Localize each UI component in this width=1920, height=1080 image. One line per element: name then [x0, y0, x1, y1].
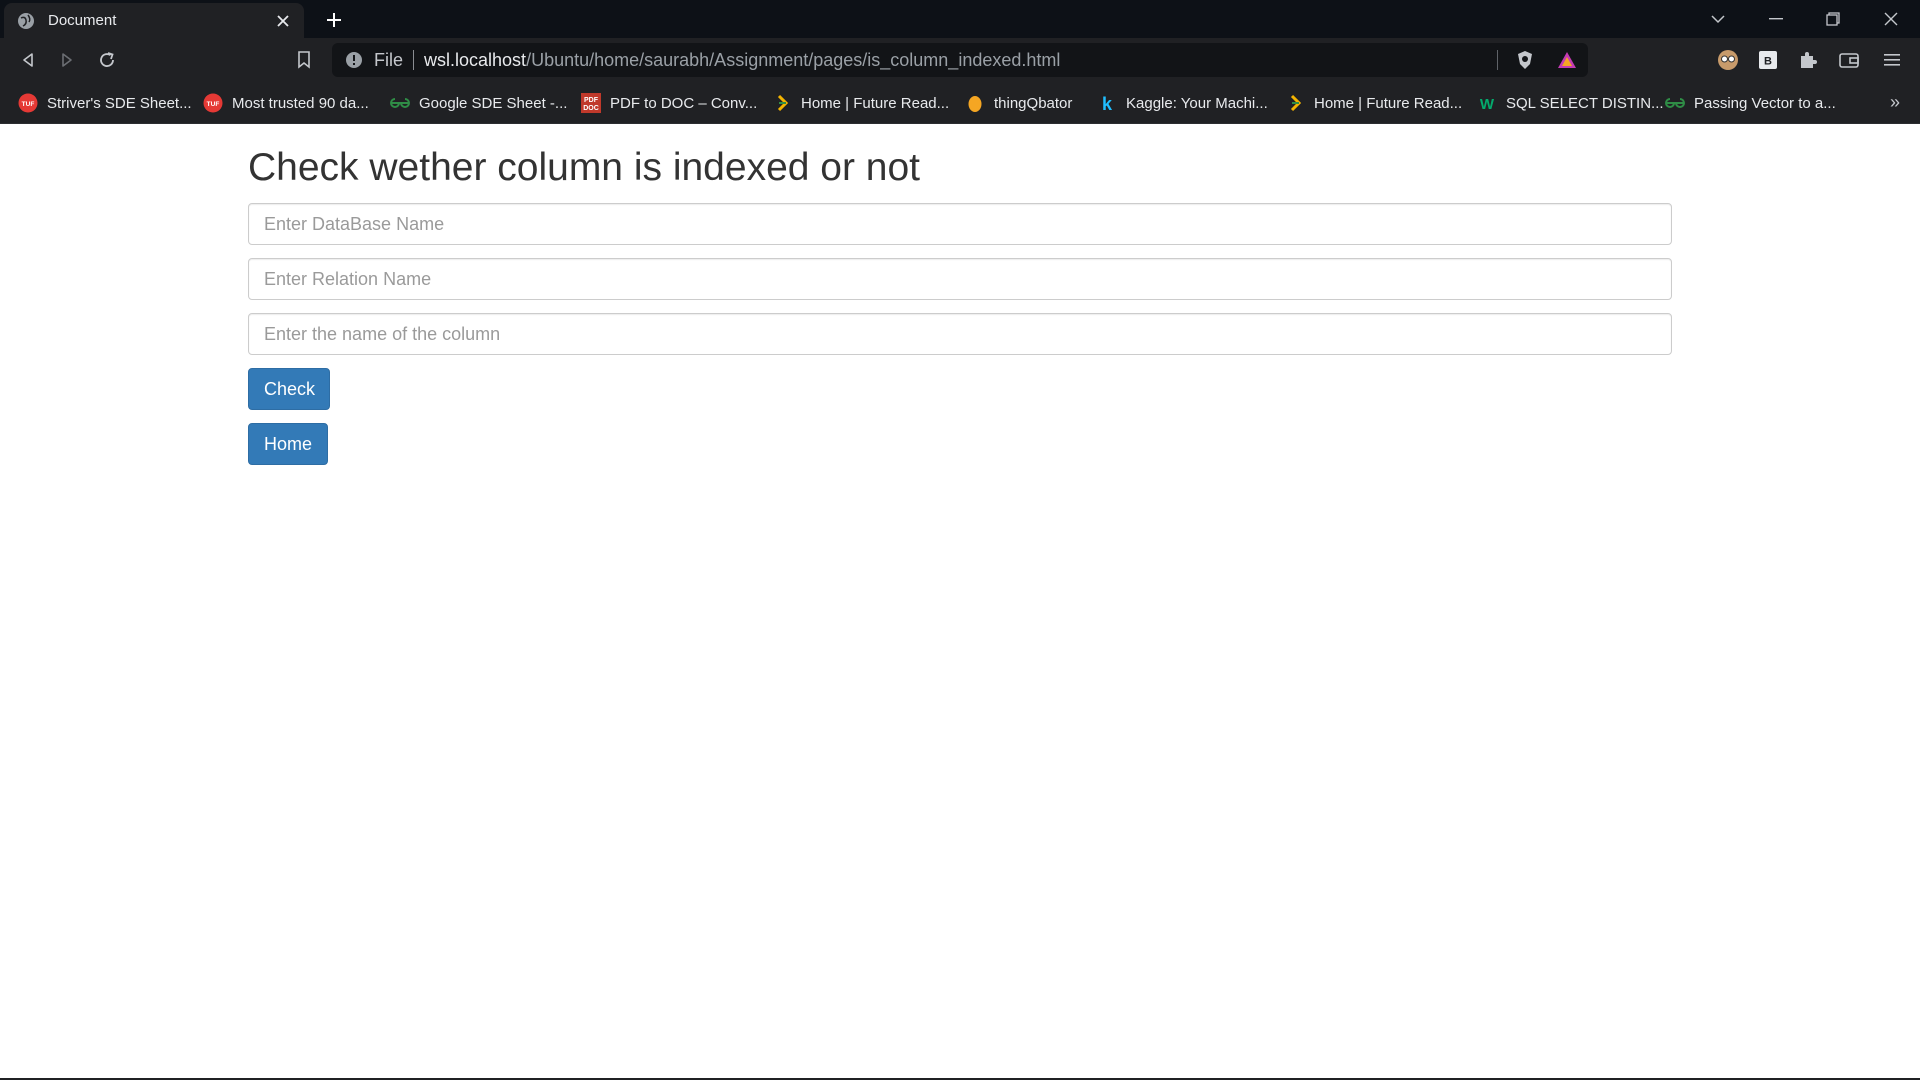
- gfg-icon: [1665, 93, 1685, 113]
- tab-search-icon[interactable]: [1690, 0, 1746, 38]
- extensions-puzzle-icon[interactable]: [1794, 46, 1822, 74]
- wallet-icon[interactable]: [1835, 46, 1863, 74]
- tab-title: Document: [48, 12, 117, 29]
- bookmark-item[interactable]: Home | Future Read...: [772, 92, 949, 114]
- column-name-input[interactable]: [248, 313, 1672, 355]
- bookmark-label: thingQbator: [994, 94, 1073, 112]
- url-path: /Ubuntu/home/saurabh/Assignment/pages/is…: [526, 49, 1061, 70]
- bookmark-label: Kaggle: Your Machi...: [1126, 94, 1268, 112]
- bookmark-item[interactable]: Google SDE Sheet -...: [390, 92, 567, 114]
- back-icon[interactable]: [14, 46, 42, 74]
- bookmark-item[interactable]: TUF Striver's SDE Sheet...: [18, 92, 192, 114]
- bookmark-icon[interactable]: [290, 46, 318, 74]
- bookmark-item[interactable]: Passing Vector to a...: [1665, 92, 1836, 114]
- page-content: Check wether column is indexed or not Ch…: [0, 124, 1920, 1078]
- tuf-icon: TUF: [18, 93, 38, 113]
- reload-icon[interactable]: [93, 46, 121, 74]
- pdf-doc-icon: PDF DOC: [581, 93, 601, 113]
- forward-icon[interactable]: [53, 46, 81, 74]
- check-button[interactable]: Check: [248, 368, 330, 410]
- menu-icon[interactable]: [1878, 46, 1906, 74]
- bookmark-item[interactable]: thingQbator: [965, 92, 1072, 114]
- globe-icon: [16, 11, 36, 31]
- more-bookmarks-button[interactable]: »: [1890, 92, 1900, 113]
- tuf-icon: TUF: [203, 93, 223, 113]
- bookmark-label: Striver's SDE Sheet...: [47, 94, 192, 112]
- minimize-icon[interactable]: [1748, 0, 1804, 38]
- w3schools-icon: W: [1477, 93, 1497, 113]
- bookmark-item[interactable]: TUF Most trusted 90 da...: [203, 92, 369, 114]
- url-host: wsl.localhost: [424, 49, 527, 70]
- svg-text:PDF: PDF: [584, 97, 599, 104]
- svg-text:B: B: [1764, 56, 1772, 68]
- profile-avatar-icon[interactable]: [1714, 46, 1742, 74]
- bookmark-label: Passing Vector to a...: [1694, 94, 1836, 112]
- bookmarks-bar: TUF Striver's SDE Sheet... TUF Most trus…: [0, 82, 1920, 124]
- bookmark-label: Google SDE Sheet -...: [419, 94, 568, 112]
- bookmark-item[interactable]: Home | Future Read...: [1285, 92, 1462, 114]
- info-icon[interactable]: [344, 50, 364, 70]
- new-tab-button[interactable]: [320, 6, 348, 34]
- bookmark-item[interactable]: PDF DOC PDF to DOC – Conv...: [581, 92, 757, 114]
- url-scheme: File: [374, 49, 404, 70]
- gfg-icon: [390, 93, 410, 113]
- bookmark-label: Home | Future Read...: [801, 94, 950, 112]
- close-tab-icon[interactable]: [272, 10, 294, 32]
- close-window-icon[interactable]: [1863, 0, 1919, 38]
- url-separator: [413, 50, 415, 70]
- future-ready-icon: [772, 93, 792, 113]
- tab-strip: Document: [0, 0, 1920, 38]
- page-title: Check wether column is indexed or not: [248, 146, 921, 189]
- svg-text:TUF: TUF: [207, 101, 220, 108]
- relation-name-input[interactable]: [248, 258, 1672, 300]
- brave-shields-icon[interactable]: [1512, 48, 1538, 72]
- extension-b-icon[interactable]: B: [1754, 46, 1782, 74]
- bookmark-item[interactable]: W SQL SELECT DISTIN...: [1477, 92, 1664, 114]
- thingqbator-icon: [965, 93, 985, 113]
- restore-icon[interactable]: [1805, 0, 1861, 38]
- future-ready-icon: [1285, 93, 1305, 113]
- browser-toolbar: File wsl.localhost /Ubuntu/home/saurabh/…: [0, 38, 1920, 82]
- tab-document[interactable]: Document: [4, 3, 304, 38]
- bookmark-label: Most trusted 90 da...: [232, 94, 369, 112]
- svg-text:W: W: [1480, 96, 1495, 112]
- svg-text:k: k: [1102, 94, 1113, 113]
- svg-text:TUF: TUF: [22, 101, 35, 108]
- bookmark-item[interactable]: k Kaggle: Your Machi...: [1097, 92, 1268, 114]
- address-bar[interactable]: File wsl.localhost /Ubuntu/home/saurabh/…: [332, 43, 1588, 77]
- bookmark-label: SQL SELECT DISTIN...: [1506, 94, 1664, 112]
- home-button[interactable]: Home: [248, 423, 328, 465]
- address-divider: [1497, 50, 1498, 70]
- kaggle-icon: k: [1097, 93, 1117, 113]
- brave-rewards-icon[interactable]: [1554, 48, 1580, 72]
- bookmark-label: Home | Future Read...: [1314, 94, 1463, 112]
- database-name-input[interactable]: [248, 203, 1672, 245]
- bookmark-label: PDF to DOC – Conv...: [610, 94, 758, 112]
- svg-text:DOC: DOC: [583, 105, 599, 112]
